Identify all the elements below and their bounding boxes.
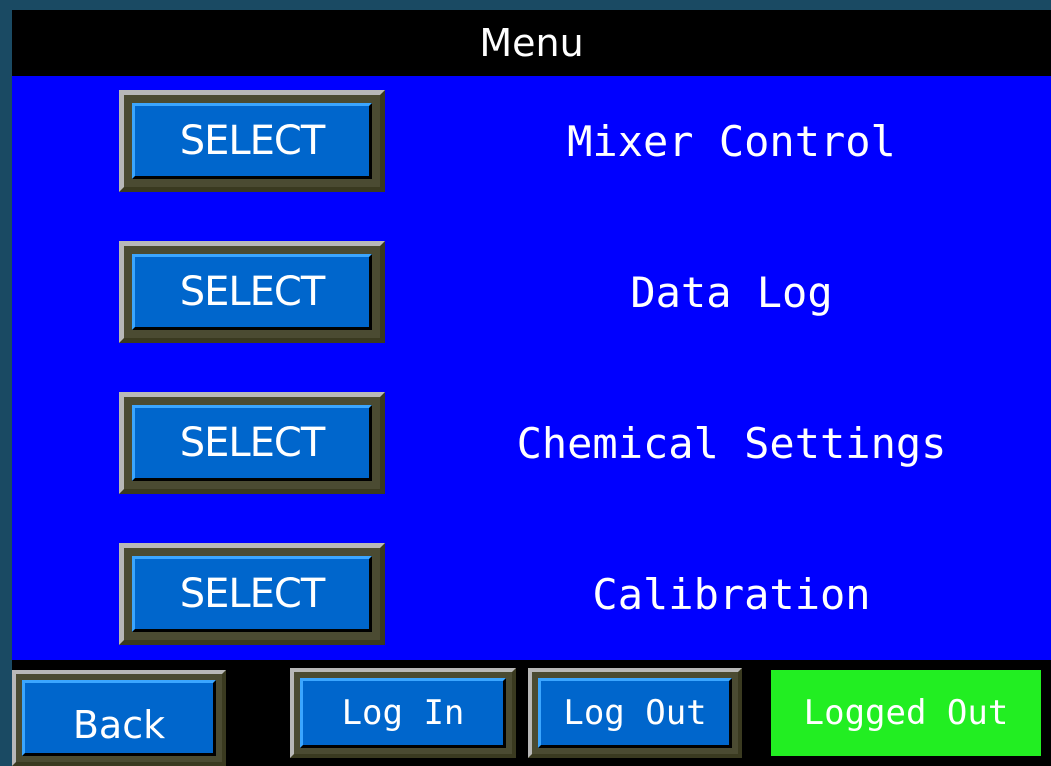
menu-panel: SELECT Mixer Control SELECT Data Log SEL… [12,76,1051,660]
log-in-button[interactable]: Log In [300,678,506,748]
menu-item-label-data-log: Data Log [630,267,833,317]
menu-item-label-mixer-control: Mixer Control [567,116,896,166]
menu-row-chemical-settings: SELECT Chemical Settings [12,378,1051,494]
hmi-screen: Menu SELECT Mixer Control SELECT Data Lo… [12,10,1051,766]
menu-row-data-log: SELECT Data Log [12,227,1051,343]
menu-item-label-calibration: Calibration [592,569,871,619]
log-out-button[interactable]: Log Out [538,678,732,748]
menu-row-mixer-control: SELECT Mixer Control [12,76,1051,192]
select-mixer-control-button[interactable]: SELECT [132,103,372,179]
back-button[interactable]: Back [22,680,216,756]
back-button-frame: Back [12,670,226,766]
menu-item-label-chemical-settings: Chemical Settings [516,418,947,468]
menu-row-calibration: SELECT Calibration [12,529,1051,645]
select-button-frame: SELECT [119,543,385,645]
login-button-frame: Log In [290,668,516,758]
logout-button-frame: Log Out [528,668,742,758]
select-calibration-button[interactable]: SELECT [132,556,372,632]
footer-bar: Back Log In Log Out Logged Out [12,660,1051,766]
select-data-log-button[interactable]: SELECT [132,254,372,330]
select-button-frame: SELECT [119,90,385,192]
select-chemical-settings-button[interactable]: SELECT [132,405,372,481]
page-title: Menu [12,10,1051,76]
select-button-frame: SELECT [119,392,385,494]
select-button-frame: SELECT [119,241,385,343]
login-status-indicator: Logged Out [771,670,1041,756]
